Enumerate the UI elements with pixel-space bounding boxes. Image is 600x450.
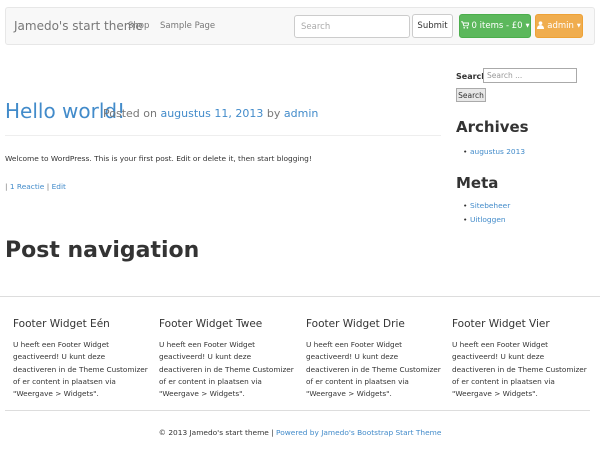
post-author-link[interactable]: admin — [284, 107, 318, 120]
user-icon — [537, 21, 545, 31]
site-brand[interactable]: Jamedo's start theme — [14, 19, 143, 33]
footer-widget-text: U heeft een Footer Widget geactiveerd! U… — [13, 340, 148, 399]
footer-widget-4: Footer Widget Vier U heeft een Footer Wi… — [452, 318, 588, 400]
meta-link-uitloggen[interactable]: Uitloggen — [463, 215, 510, 229]
post-navigation-heading: Post navigation — [5, 238, 200, 263]
separator: | — [5, 182, 8, 191]
footer-widget-2: Footer Widget Twee U heeft een Footer Wi… — [159, 318, 295, 400]
footer-divider — [0, 296, 600, 297]
sidebar-search-button-label: Search — [458, 90, 484, 100]
footer-widget-text: U heeft een Footer Widget geactiveerd! U… — [159, 340, 294, 399]
shopping-cart-icon — [460, 21, 470, 31]
edit-post-link[interactable]: Edit — [52, 182, 66, 191]
posted-on-text: Posted on — [103, 107, 157, 120]
user-menu-button[interactable]: admin ▼ — [535, 14, 583, 38]
caret-down-icon: ▼ — [525, 23, 530, 29]
sidebar-search-button[interactable]: Search — [456, 88, 486, 102]
footer-widget-title: Footer Widget Eén — [13, 318, 110, 330]
archives-list: augustus 2013 — [463, 147, 525, 161]
footer-widget-3: Footer Widget Drie U heeft een Footer Wi… — [306, 318, 442, 400]
footer-widget-1: Footer Widget Eén U heeft een Footer Wid… — [13, 318, 149, 400]
meta-link-sitebeheer[interactable]: Sitebeheer — [463, 201, 510, 215]
copyright-text: © 2013 Jamedo's start theme | — [158, 428, 274, 437]
user-label: admin — [547, 21, 574, 31]
comments-link[interactable]: 1 Reactie — [10, 182, 45, 191]
post-footer: | 1 Reactie | Edit — [5, 182, 66, 191]
footer-widget-text: U heeft een Footer Widget geactiveerd! U… — [306, 340, 441, 399]
nav-link-shop[interactable]: Shop — [128, 21, 149, 31]
post-body: Welcome to WordPress. This is your first… — [5, 154, 312, 163]
cart-button[interactable]: 0 items - £0 ▼ — [459, 14, 531, 38]
meta-heading: Meta — [456, 174, 499, 192]
separator: | — [46, 182, 50, 191]
copyright-bar: © 2013 Jamedo's start theme | Powered by… — [0, 428, 600, 437]
post-meta: Posted on augustus 11, 2013 by admin — [103, 107, 318, 120]
archive-item-augustus-2013[interactable]: augustus 2013 — [463, 147, 525, 161]
by-text: by — [266, 107, 281, 120]
caret-down-icon: ▼ — [576, 23, 581, 29]
footer-widget-title: Footer Widget Vier — [452, 318, 550, 330]
post-date-link[interactable]: augustus 11, 2013 — [160, 107, 263, 120]
footer-bottom-divider — [5, 410, 590, 411]
post-divider — [5, 135, 441, 136]
footer-widget-title: Footer Widget Twee — [159, 318, 263, 330]
top-navbar: Jamedo's start theme Shop Sample Page Su… — [5, 7, 595, 45]
footer-widget-text: U heeft een Footer Widget geactiveerd! U… — [452, 340, 587, 399]
sidebar-search-input[interactable] — [483, 68, 577, 83]
submit-label: Submit — [417, 21, 448, 31]
meta-list: Sitebeheer Uitloggen — [463, 201, 510, 229]
footer-widget-title: Footer Widget Drie — [306, 318, 405, 330]
nav-link-sample-page[interactable]: Sample Page — [160, 21, 215, 31]
navbar-search-submit-button[interactable]: Submit — [412, 14, 453, 38]
powered-by-link[interactable]: Powered by Jamedo's Bootstrap Start Them… — [276, 428, 441, 437]
cart-label: 0 items - £0 — [471, 21, 523, 31]
navbar-search-input[interactable] — [294, 15, 410, 38]
archives-heading: Archives — [456, 118, 529, 136]
